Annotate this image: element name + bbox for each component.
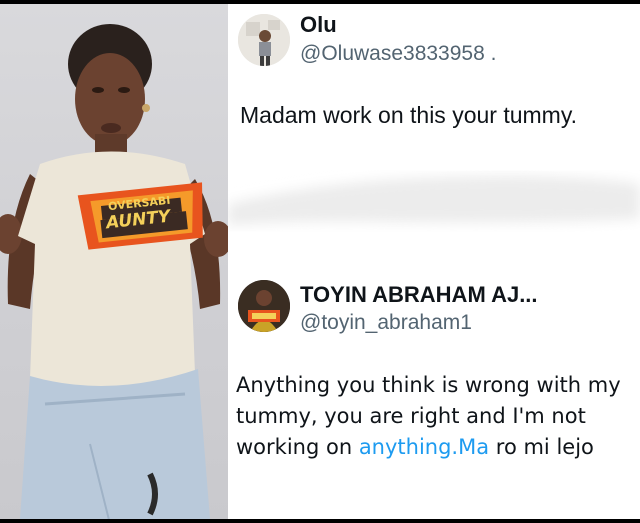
tweet-2-author-name[interactable]: TOYIN ABRAHAM AJ... [300, 282, 538, 308]
tweets-panel: Olu @Oluwase3833958 . Madam work on this… [228, 4, 640, 519]
tweet-1-text: Madam work on this your tummy. [240, 102, 578, 128]
tweet-2-handle[interactable]: @toyin_abraham1 [300, 311, 472, 335]
tweet-1-author-name[interactable]: Olu [300, 12, 337, 38]
divider [228, 164, 640, 234]
photo-panel: OVERSABI AUNTY [0, 4, 228, 519]
tweet-2-text: Anything you think is wrong with my tumm… [236, 370, 634, 463]
screenshot-frame: OVERSABI AUNTY Olu @Oluwase3833958 . Mad… [0, 4, 640, 519]
tweet-2-text-part2: ro mi lejo [489, 435, 594, 459]
olu-avatar[interactable] [238, 14, 290, 66]
woman-photo [0, 24, 228, 519]
tweet-1-handle[interactable]: @Oluwase3833958 . [300, 42, 496, 66]
tweet-2-link[interactable]: anything.Ma [359, 435, 489, 459]
toyin-avatar[interactable] [238, 280, 290, 332]
